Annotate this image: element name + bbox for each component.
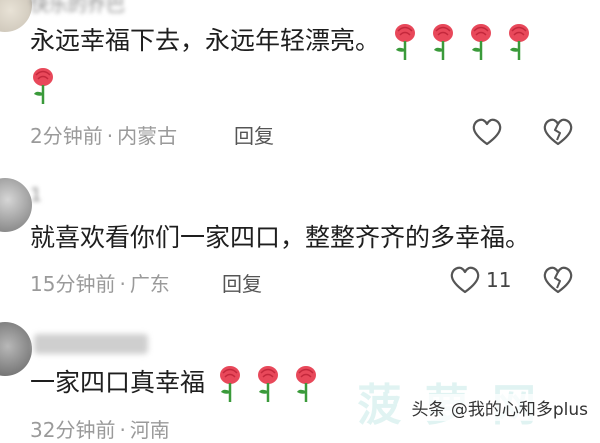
watermark: 头条 @我的心和多plus [407, 394, 592, 421]
rose-emoji [217, 364, 243, 404]
broken-heart-icon [543, 118, 573, 146]
comment-meta: 2分钟前 · 内蒙古 [30, 120, 177, 149]
username[interactable]: 1 [30, 184, 42, 206]
dislike-button[interactable] [543, 118, 573, 146]
like-count: 11 [486, 268, 512, 292]
comment-location: 内蒙古 [117, 124, 178, 148]
avatar[interactable] [0, 322, 32, 376]
comment-time: 32分钟前 [30, 418, 116, 442]
username-blurred[interactable] [34, 334, 148, 354]
reply-button[interactable]: 回复 [234, 120, 274, 149]
like-button[interactable]: 11 [450, 266, 511, 294]
heart-icon [450, 266, 480, 294]
rose-emoji [30, 66, 56, 106]
dislike-button[interactable] [543, 266, 573, 294]
broken-heart-icon [543, 266, 573, 294]
comment-text: 永远幸福下去，永远年轻漂亮。 [30, 22, 590, 62]
meta-separator: · [119, 418, 126, 442]
comment-meta: 32分钟前 · 河南 [30, 414, 170, 443]
username[interactable]: 快乐的乔巴 [30, 0, 125, 17]
comment-text: 一家四口真幸福 [30, 364, 319, 404]
comment-meta: 15分钟前 · 广东 [30, 268, 170, 297]
comment-location: 广东 [129, 272, 170, 296]
like-button[interactable] [472, 118, 508, 146]
avatar[interactable] [0, 0, 32, 32]
rose-emoji [468, 22, 494, 62]
avatar[interactable] [0, 178, 32, 232]
comment-text: 就喜欢看你们一家四口，整整齐齐的多幸福。 [30, 223, 531, 252]
rose-emoji [255, 364, 281, 404]
rose-emoji [506, 22, 532, 62]
reply-button[interactable]: 回复 [222, 268, 262, 297]
heart-icon [472, 118, 502, 146]
rose-emoji [392, 22, 418, 62]
comment-text-line2 [30, 66, 56, 106]
rose-emoji [293, 364, 319, 404]
comment-time: 2分钟前 [30, 124, 103, 148]
rose-emoji [430, 22, 456, 62]
comment-location: 河南 [129, 418, 170, 442]
meta-separator: · [106, 124, 114, 148]
meta-separator: · [119, 272, 126, 296]
comment-time: 15分钟前 [30, 272, 116, 296]
